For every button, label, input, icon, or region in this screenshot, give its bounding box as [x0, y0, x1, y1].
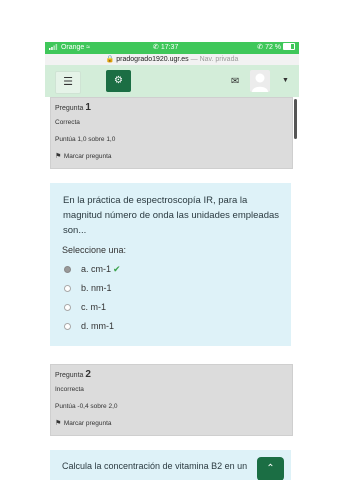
wifi-icon: ≈ [86, 44, 91, 51]
check-icon: ✔ [113, 264, 121, 274]
radio-button[interactable] [64, 285, 71, 292]
question-title: Pregunta 2 [55, 369, 91, 380]
status-time: ✆ 17:37 [153, 44, 179, 51]
answer-option-b[interactable]: b. nm-1 [64, 282, 112, 294]
question-text: En la práctica de espectroscopía IR, par… [63, 195, 280, 236]
phone-screen: Orange ≈ ✆ 17:37 ✆ 72 % 🔒 pradogrado1920… [45, 42, 299, 480]
phone-call-icon: ✆ [153, 44, 159, 51]
question-info-1: Pregunta 1 Correcta Puntúa 1,0 sobre 1,0… [50, 97, 293, 169]
envelope-icon[interactable]: ✉ [231, 76, 239, 87]
status-bar: Orange ≈ ✆ 17:37 ✆ 72 % [45, 42, 299, 54]
status-right: ✆ 72 % [257, 42, 295, 54]
chevron-up-icon: ⌃ [266, 463, 275, 474]
radio-button[interactable] [64, 266, 71, 273]
signal-icon [49, 44, 58, 50]
question-number: 2 [85, 369, 91, 380]
url-bar[interactable]: 🔒 pradogrado1920.ugr.es — Nav. privada [45, 54, 299, 65]
flag-icon: ⚑ [55, 153, 62, 160]
quiz-content: Pregunta 1 Correcta Puntúa 1,0 sobre 1,0… [45, 97, 299, 480]
question-status: Correcta [55, 119, 80, 126]
question-number: 1 [85, 102, 91, 113]
radio-button[interactable] [64, 323, 71, 330]
settings-button[interactable]: ⚙ [106, 70, 131, 92]
question-score: Puntúa -0,4 sobre 2,0 [55, 403, 118, 410]
phone-call-icon: ✆ [257, 44, 264, 51]
answer-option-c[interactable]: c. m-1 [64, 301, 106, 313]
flag-question-label: Marcar pregunta [63, 153, 112, 160]
cogs-icon: ⚙ [114, 75, 123, 86]
scrollbar[interactable] [294, 99, 297, 139]
lock-icon: 🔒 [105, 56, 115, 63]
user-icon [252, 73, 268, 92]
question-status: Incorrecta [55, 386, 84, 393]
answer-option-a[interactable]: a. cm-1 ✔ [64, 263, 121, 275]
question-text: Calcula la concentración de vitamina B2 … [62, 461, 248, 471]
question-body-2: Calcula la concentración de vitamina B2 … [50, 450, 291, 480]
menu-icon: ☰ [63, 76, 73, 88]
navbar: ☰ ⚙ ✉ ▼ [45, 65, 299, 97]
flag-question-label: Marcar pregunta [63, 420, 112, 427]
question-body-1: En la práctica de espectroscopía IR, par… [50, 183, 291, 346]
answer-option-d[interactable]: d. mm-1 [64, 320, 114, 332]
avatar[interactable] [250, 70, 270, 92]
carrier-label: Orange [60, 44, 85, 51]
flag-question-link[interactable]: ⚑ Marcar pregunta [55, 152, 112, 160]
url-domain: pradogrado1920.ugr.es [116, 56, 189, 63]
status-left: Orange ≈ [49, 42, 90, 54]
radio-button[interactable] [64, 304, 71, 311]
flag-question-link[interactable]: ⚑ Marcar pregunta [55, 419, 112, 427]
battery-icon [283, 43, 295, 50]
menu-button[interactable]: ☰ [55, 71, 81, 94]
question-score: Puntúa 1,0 sobre 1,0 [55, 136, 116, 143]
private-mode-label: — Nav. privada [190, 56, 239, 63]
caret-down-icon[interactable]: ▼ [282, 77, 289, 84]
back-to-top-button[interactable]: ⌃ [257, 457, 284, 480]
question-title: Pregunta 1 [55, 102, 91, 113]
question-info-2: Pregunta 2 Incorrecta Puntúa -0,4 sobre … [50, 364, 293, 436]
flag-icon: ⚑ [55, 420, 62, 427]
battery-percent: 72 % [265, 44, 282, 51]
answer-prompt: Seleccione una: [62, 245, 127, 255]
